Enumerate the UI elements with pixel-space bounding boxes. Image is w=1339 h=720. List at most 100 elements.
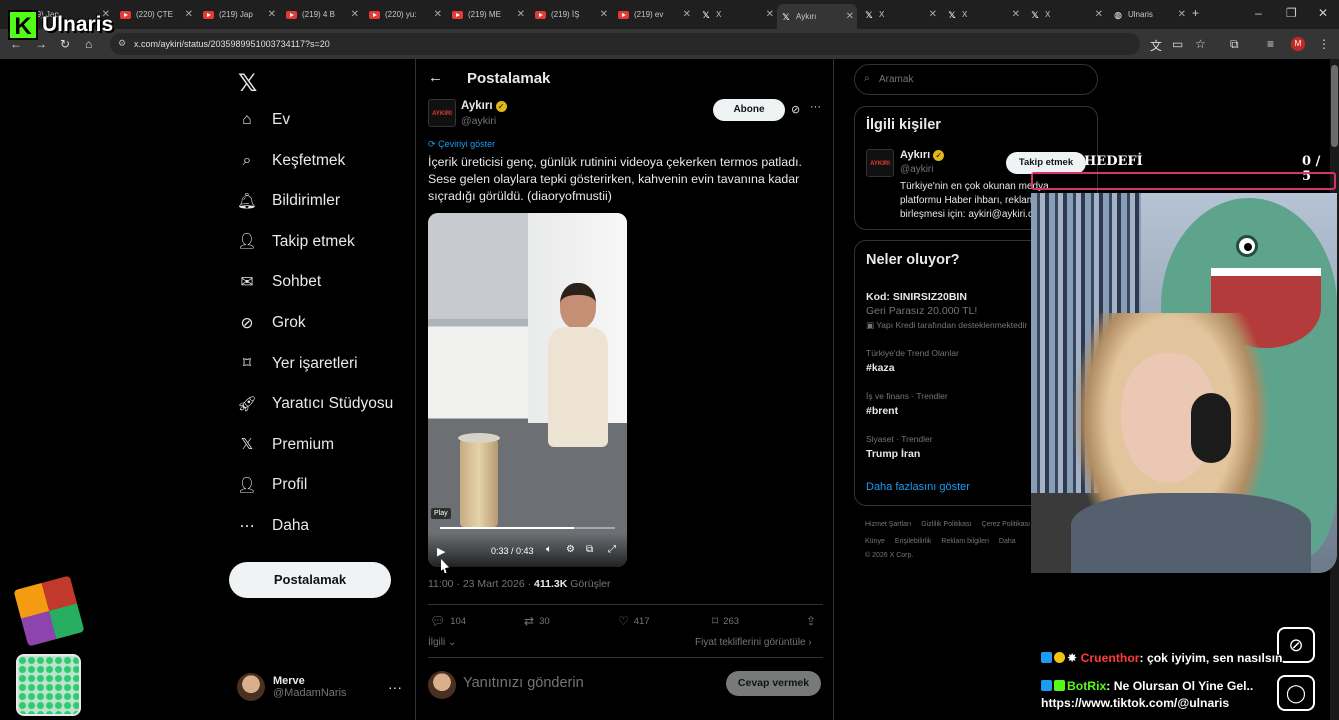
reply-input[interactable]: Yanıtınızı gönderin xyxy=(463,675,584,691)
close-tab-icon[interactable]: ✕ xyxy=(351,9,359,20)
translate-icon[interactable]: 文 xyxy=(1150,37,1162,54)
browser-tab[interactable]: 𝕏 X ✕ xyxy=(1026,4,1106,25)
footer-link[interactable]: Erişilebilirlik xyxy=(895,538,932,545)
bookmark-action[interactable]: ⌑ 263 xyxy=(712,614,739,628)
browser-tab[interactable]: (220) ÇTE ✕ xyxy=(116,4,196,25)
nav-item-premium[interactable]: 𝕏 Premium xyxy=(236,434,334,456)
author-handle[interactable]: @aykiri xyxy=(461,115,496,127)
bookmark-star-icon[interactable]: ☆ xyxy=(1195,37,1206,51)
footer-link[interactable]: Künye xyxy=(865,538,885,545)
new-tab-button[interactable]: + xyxy=(1192,6,1199,20)
like-action[interactable]: ♡ 417 xyxy=(618,614,650,628)
browser-menu-icon[interactable]: ⋮ xyxy=(1318,37,1330,51)
nav-item-sohbet[interactable]: ✉ Sohbet xyxy=(236,271,322,293)
nav-item-yer-işaretleri[interactable]: ⌑ Yer işaretleri xyxy=(236,353,358,375)
messages-float-button[interactable]: ◯ xyxy=(1277,675,1315,711)
chat-user: BotRix xyxy=(1067,679,1107,693)
close-tab-icon[interactable]: ✕ xyxy=(846,11,854,22)
pip-icon[interactable]: ⧉ xyxy=(586,544,593,555)
browser-tab[interactable]: (219) ev ✕ xyxy=(614,4,694,25)
show-translation-link[interactable]: ⟳ Çeviriyi göster xyxy=(428,139,495,150)
trend-item[interactable]: İş ve finans · Trendler #brent xyxy=(866,391,948,417)
close-window-icon[interactable]: ✕ xyxy=(1318,6,1328,20)
x-logo-icon[interactable]: 𝕏 xyxy=(238,69,257,98)
reply-button[interactable]: Cevap vermek xyxy=(726,671,821,696)
browser-tab[interactable]: (219) İŞ ✕ xyxy=(531,4,611,25)
reply-action[interactable]: 💬︎ 104 xyxy=(430,614,466,628)
media-control-icon[interactable]: ≡ xyxy=(1267,37,1274,51)
author-name[interactable]: Aykırı ✓ xyxy=(461,100,507,112)
close-tab-icon[interactable]: ✕ xyxy=(185,9,193,20)
browser-tab[interactable]: ◍ Ulnaris ✕ xyxy=(1109,4,1189,25)
close-tab-icon[interactable]: ✕ xyxy=(929,9,937,20)
browser-tab[interactable]: 𝕏 Aykırı ✕ xyxy=(777,4,857,29)
site-info-icon[interactable]: ⚙ xyxy=(118,38,126,49)
nav-item-takip-etmek[interactable]: 👤︎ Takip etmek xyxy=(236,231,355,253)
related-name[interactable]: Aykırı ✓ xyxy=(900,149,945,161)
browser-tab[interactable]: 𝕏 X ✕ xyxy=(860,4,940,25)
browser-tab[interactable]: (219) 4 B ✕ xyxy=(282,4,362,25)
close-tab-icon[interactable]: ✕ xyxy=(268,9,276,20)
restore-icon[interactable]: ❐ xyxy=(1286,6,1297,20)
post-timestamp[interactable]: 11:00 · 23 Mart 2026 · xyxy=(428,578,534,590)
extensions-icon[interactable]: ⧉ xyxy=(1230,37,1239,52)
grok-float-button[interactable]: ⊘ xyxy=(1277,627,1315,663)
nav-item-daha[interactable]: ⋯ Daha xyxy=(236,515,309,537)
trend-item[interactable]: Siyaset · Trendler Trump İran xyxy=(866,434,933,460)
install-icon[interactable]: ▭ xyxy=(1172,37,1183,51)
nav-item-profil[interactable]: 👤︎ Profil xyxy=(236,474,307,496)
close-tab-icon[interactable]: ✕ xyxy=(1178,9,1186,20)
video-progress-bar[interactable] xyxy=(440,527,615,529)
related-avatar[interactable]: AYKIRI xyxy=(866,149,894,177)
close-tab-icon[interactable]: ✕ xyxy=(1012,9,1020,20)
author-avatar[interactable]: AYKIRI xyxy=(428,99,456,127)
video-player[interactable]: Play ▶ 0:33 / 0:43 🔈︎ ⚙ ⧉ ⤢ xyxy=(428,213,627,567)
browser-tab[interactable]: (219) ME ✕ xyxy=(448,4,528,25)
browser-tab[interactable]: (219) Jap ✕ xyxy=(199,4,279,25)
nav-item-grok[interactable]: ⊘ Grok xyxy=(236,312,306,334)
url-field[interactable]: ⚙ x.com/aykiri/status/203598995100373411… xyxy=(110,33,1140,55)
share-action[interactable]: ⇪ xyxy=(806,614,816,628)
close-tab-icon[interactable]: ✕ xyxy=(600,9,608,20)
browser-tab[interactable]: 𝕏 X ✕ xyxy=(697,4,777,25)
browser-profile-avatar[interactable]: M xyxy=(1291,37,1305,51)
nav-item-bildirimler[interactable]: 🔔︎ Bildirimler xyxy=(236,190,340,212)
scrollbar-thumb[interactable] xyxy=(1331,65,1338,147)
nav-item-ev[interactable]: ⌂ Ev xyxy=(236,109,290,131)
account-more-icon[interactable]: ··· xyxy=(388,679,402,695)
nav-item-keşfetmek[interactable]: ⌕ Keşfetmek xyxy=(236,150,346,172)
settings-icon[interactable]: ⚙ xyxy=(566,544,575,555)
related-handle[interactable]: @aykiri xyxy=(900,164,934,175)
footer-link[interactable]: Daha xyxy=(999,538,1016,545)
close-tab-icon[interactable]: ✕ xyxy=(517,9,525,20)
close-tab-icon[interactable]: ✕ xyxy=(766,9,774,20)
account-switcher[interactable]: Merve @MadamNaris xyxy=(237,673,347,701)
promoted-trend[interactable]: Kod: SINIRSIZ20BIN Geri Parasız 20.000 T… xyxy=(866,287,1027,331)
minimize-icon[interactable]: – xyxy=(1255,6,1262,20)
close-tab-icon[interactable]: ✕ xyxy=(434,9,442,20)
back-arrow-icon[interactable]: ← xyxy=(428,69,443,86)
footer-link[interactable]: Çerez Politikası xyxy=(981,521,1030,528)
footer-link[interactable]: Reklam bilgileri xyxy=(941,538,988,545)
trend-item[interactable]: Türkiye'de Trend Olanlar #kaza xyxy=(866,348,959,374)
browser-tab[interactable]: (220) yu: ✕ xyxy=(365,4,445,25)
trend-topic: #kaza xyxy=(866,362,895,374)
view-quotes-link[interactable]: Fiyat tekliflerini görüntüle › xyxy=(695,637,812,648)
more-options-icon[interactable]: ··· xyxy=(810,101,821,113)
subscribe-button[interactable]: Abone xyxy=(713,99,785,121)
post-button[interactable]: Postalamak xyxy=(229,562,391,598)
close-tab-icon[interactable]: ✕ xyxy=(1095,9,1103,20)
show-more-link[interactable]: Daha fazlasını göster xyxy=(866,481,970,493)
play-icon[interactable]: ▶ xyxy=(437,545,445,558)
nav-item-yaratıcı-stüdyosu[interactable]: 🚀︎ Yaratıcı Stüdyosu xyxy=(236,393,393,415)
footer-link[interactable]: Gizlilik Politikası xyxy=(921,521,971,528)
grok-explain-icon[interactable]: ⊘ xyxy=(791,103,800,116)
search-input[interactable]: ⌕ Aramak xyxy=(854,64,1098,95)
fullscreen-icon[interactable]: ⤢ xyxy=(608,544,616,555)
repost-action[interactable]: ⇄ 30 xyxy=(524,614,550,628)
close-tab-icon[interactable]: ✕ xyxy=(683,9,691,20)
browser-tab[interactable]: 𝕏 X ✕ xyxy=(943,4,1023,25)
sort-relevant-dropdown[interactable]: İlgili ⌄ xyxy=(428,637,456,648)
footer-link[interactable]: Hizmet Şartları xyxy=(865,521,911,528)
volume-icon[interactable]: 🔈︎ xyxy=(546,544,552,555)
